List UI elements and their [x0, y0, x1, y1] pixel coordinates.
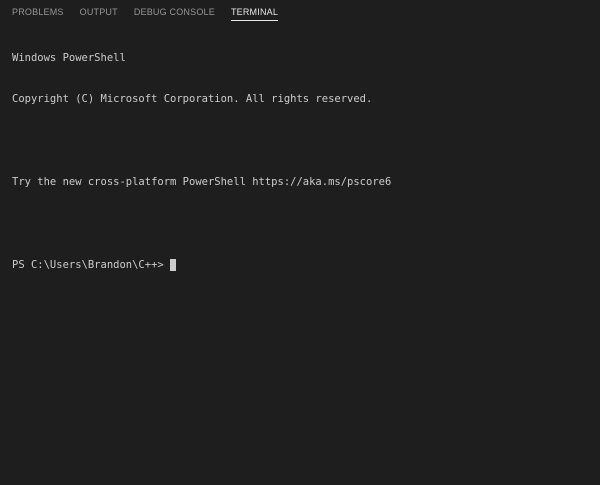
terminal-cursor — [170, 259, 177, 272]
tab-debug-console[interactable]: DEBUG CONSOLE — [126, 0, 223, 24]
tab-terminal[interactable]: TERMINAL — [223, 0, 286, 24]
terminal-prompt: PS C:\Users\Brandon\C++> — [12, 258, 171, 271]
tab-output[interactable]: OUTPUT — [72, 0, 126, 24]
terminal-panel: PROBLEMS OUTPUT DEBUG CONSOLE TERMINAL W… — [0, 0, 600, 485]
panel-tab-bar: PROBLEMS OUTPUT DEBUG CONSOLE TERMINAL — [0, 0, 600, 24]
terminal-output[interactable]: Windows PowerShell Copyright (C) Microso… — [0, 24, 600, 485]
terminal-prompt-line[interactable]: PS C:\Users\Brandon\C++> — [12, 259, 600, 273]
tab-problems-label: PROBLEMS — [12, 7, 64, 17]
tab-terminal-label: TERMINAL — [230, 7, 279, 21]
terminal-line: Windows PowerShell — [12, 51, 126, 64]
tab-output-label: OUTPUT — [79, 7, 118, 17]
terminal-line: Copyright (C) Microsoft Corporation. All… — [12, 92, 373, 105]
terminal-line: Try the new cross-platform PowerShell ht… — [12, 175, 392, 188]
tab-debug-console-label: DEBUG CONSOLE — [133, 7, 215, 17]
tab-problems[interactable]: PROBLEMS — [4, 0, 72, 24]
